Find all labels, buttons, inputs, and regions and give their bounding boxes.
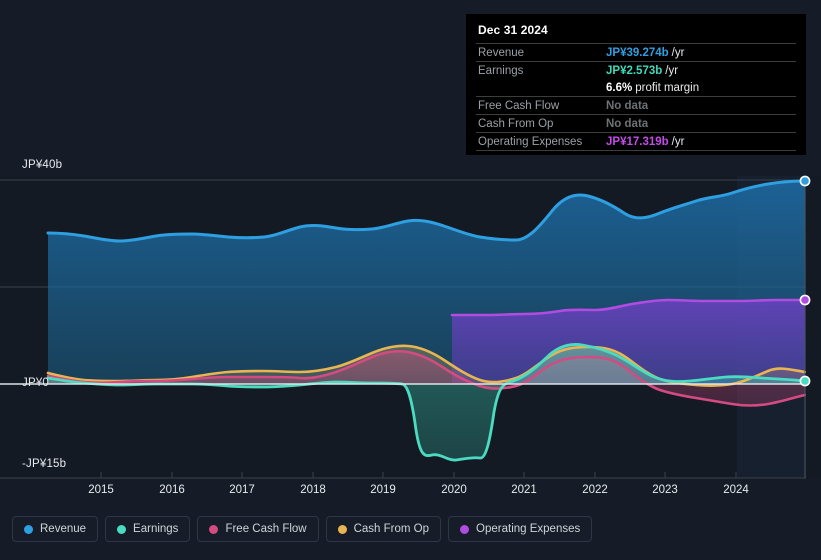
opex-endpoint-marker (799, 294, 811, 306)
x-axis-label-2023: 2023 (652, 484, 678, 496)
tooltip-value-operating-expenses: JP¥17.319b (606, 136, 669, 148)
chart-legend: Revenue Earnings Free Cash Flow Cash Fro… (12, 516, 593, 542)
legend-item-revenue[interactable]: Revenue (12, 516, 99, 542)
tooltip-row-profit-margin: 6.6% profit margin (476, 79, 796, 96)
y-axis-label-zero: JP¥0 (22, 377, 50, 389)
x-axis-label-2024: 2024 (723, 484, 749, 496)
tooltip-row-operating-expenses: Operating Expenses JP¥17.319b /yr (476, 132, 796, 151)
tooltip-row-cash-from-op: Cash From Op No data (476, 114, 796, 132)
legend-dot-operating-expenses-icon (460, 524, 470, 534)
tooltip-value-cash-from-op: No data (606, 118, 649, 130)
x-axis-label-2017: 2017 (229, 484, 255, 496)
tooltip-value-earnings: JP¥2.573b (606, 65, 663, 77)
tooltip-key-cash-from-op: Cash From Op (478, 118, 554, 130)
tooltip-row-revenue: Revenue JP¥39.274b /yr (476, 43, 796, 61)
x-axis-label-2016: 2016 (159, 484, 185, 496)
y-axis-label-top: JP¥40b (22, 159, 63, 171)
legend-label-earnings: Earnings (133, 523, 179, 535)
tooltip-key-revenue: Revenue (478, 47, 525, 59)
legend-item-free-cash-flow[interactable]: Free Cash Flow (197, 516, 319, 542)
tooltip-row-free-cash-flow: Free Cash Flow No data (476, 96, 796, 114)
revenue-endpoint-marker (799, 175, 811, 187)
x-axis-label-2015: 2015 (88, 484, 114, 496)
tooltip-value-free-cash-flow: No data (606, 100, 649, 112)
tooltip-value-revenue: JP¥39.274b (606, 47, 669, 59)
x-axis-label-2020: 2020 (441, 484, 467, 496)
legend-dot-revenue-icon (24, 524, 33, 534)
tooltip-unit-profit-margin: profit margin (635, 82, 700, 94)
legend-dot-free-cash-flow-icon (209, 524, 219, 534)
legend-dot-earnings-icon (117, 524, 127, 534)
x-axis-label-2021: 2021 (511, 484, 537, 496)
legend-label-cash-from-op: Cash From Op (353, 523, 430, 535)
earnings-endpoint-marker (799, 375, 811, 387)
legend-label-revenue: Revenue (40, 523, 87, 535)
legend-item-operating-expenses[interactable]: Operating Expenses (448, 516, 593, 542)
tooltip-key-free-cash-flow: Free Cash Flow (478, 100, 560, 112)
tooltip-value-profit-margin: 6.6% (606, 82, 633, 94)
financial-chart-widget: JP¥40b JP¥0 -JP¥15b 2015 2016 2017 2018 … (0, 0, 821, 560)
legend-label-operating-expenses: Operating Expenses (476, 523, 581, 535)
tooltip-key-earnings: Earnings (478, 65, 524, 77)
x-axis-label-2018: 2018 (300, 484, 326, 496)
tooltip-date: Dec 31 2024 (478, 23, 548, 37)
y-axis-label-bottom: -JP¥15b (22, 458, 67, 470)
chart-tooltip: Dec 31 2024 Revenue JP¥39.274b /yr Earni… (466, 14, 806, 155)
tooltip-key-operating-expenses: Operating Expenses (478, 136, 583, 148)
tooltip-unit-earnings: /yr (665, 65, 679, 77)
tooltip-unit-revenue: /yr (671, 47, 685, 59)
legend-dot-cash-from-op-icon (337, 524, 347, 534)
x-axis-label-2019: 2019 (370, 484, 396, 496)
legend-label-free-cash-flow: Free Cash Flow (225, 523, 307, 535)
legend-item-cash-from-op[interactable]: Cash From Op (325, 516, 442, 542)
legend-item-earnings[interactable]: Earnings (105, 516, 191, 542)
tooltip-row-earnings: Earnings JP¥2.573b /yr (476, 61, 796, 79)
x-axis-label-2022: 2022 (582, 484, 608, 496)
tooltip-unit-operating-expenses: /yr (671, 136, 685, 148)
